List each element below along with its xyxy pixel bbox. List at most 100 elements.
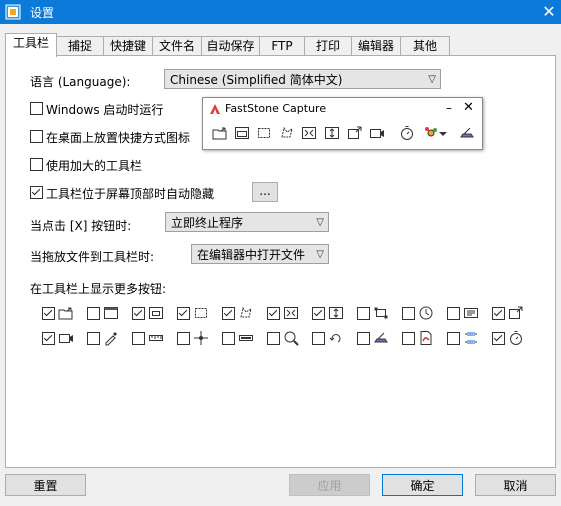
- reset-button[interactable]: 重置: [5, 474, 86, 496]
- split-icon: [463, 330, 479, 346]
- click-close-value: 立即终止程序: [171, 216, 244, 230]
- fullscreen-capture-icon[interactable]: [301, 125, 317, 141]
- run-on-startup-label: Windows 启动时运行: [46, 103, 164, 117]
- more-button-checkbox[interactable]: [312, 307, 325, 320]
- freehand-capture-icon[interactable]: [279, 125, 295, 141]
- app-icon: [5, 4, 21, 20]
- floating-minimize-button[interactable]: –: [446, 101, 452, 115]
- more-button-checkbox[interactable]: [222, 332, 235, 345]
- language-label: 语言 (Language):: [30, 75, 131, 89]
- pdf-icon: [418, 330, 434, 346]
- more-button-checkbox[interactable]: [402, 332, 415, 345]
- fullscreen-capture-icon: [283, 305, 299, 321]
- magnifier-icon: [283, 330, 299, 346]
- window-title: 设置: [30, 6, 55, 20]
- more-button-checkbox[interactable]: [177, 332, 190, 345]
- run-on-startup-checkbox[interactable]: [30, 102, 43, 115]
- desktop-shortcut-label: 在桌面上放置快捷方式图标: [46, 131, 191, 145]
- open-folder-icon: [58, 305, 74, 321]
- apply-button[interactable]: 应用: [289, 474, 370, 496]
- drop-file-label: 当拖放文件到工具栏时:: [30, 250, 155, 264]
- auto-hide-options-button[interactable]: ...: [252, 182, 278, 202]
- more-buttons-label: 在工具栏上显示更多按钮:: [30, 282, 167, 296]
- more-button-checkbox[interactable]: [492, 307, 505, 320]
- more-button-checkbox[interactable]: [177, 307, 190, 320]
- capture-window-icon[interactable]: [234, 125, 250, 141]
- more-button-checkbox[interactable]: [42, 332, 55, 345]
- tab-toolbar[interactable]: 工具栏: [5, 33, 57, 57]
- drop-file-select[interactable]: 在编辑器中打开文件 ▽: [191, 244, 329, 264]
- scrolling-capture-icon[interactable]: [324, 125, 340, 141]
- more-button-checkbox[interactable]: [267, 332, 280, 345]
- language-select[interactable]: Chinese (Simplified 简体中文) ▽: [164, 69, 441, 89]
- tab-ftp[interactable]: FTP: [259, 36, 305, 56]
- title-bar: 设置 ✕: [0, 0, 561, 24]
- ok-button[interactable]: 确定: [382, 474, 463, 496]
- more-button-checkbox[interactable]: [357, 307, 370, 320]
- more-button-checkbox[interactable]: [492, 332, 505, 345]
- auto-hide-checkbox[interactable]: [30, 186, 43, 199]
- crosshair-icon: [193, 330, 209, 346]
- more-button-checkbox[interactable]: [357, 332, 370, 345]
- tab-capture[interactable]: 捕捉: [56, 36, 104, 56]
- screen-bar-icon: [238, 330, 254, 346]
- floating-toolbar-title: FastStone Capture: [225, 102, 327, 115]
- color-picker-icon: [103, 330, 119, 346]
- dropdown-arrow-icon[interactable]: [435, 125, 451, 141]
- desktop-shortcut-checkbox[interactable]: [30, 130, 43, 143]
- scanner-icon[interactable]: [459, 125, 475, 141]
- more-button-checkbox[interactable]: [42, 307, 55, 320]
- large-toolbar-checkbox[interactable]: [30, 158, 43, 171]
- close-button[interactable]: ✕: [538, 1, 560, 23]
- more-button-checkbox[interactable]: [87, 332, 100, 345]
- tab-filename[interactable]: 文件名: [152, 36, 202, 56]
- chevron-down-icon: ▽: [428, 74, 436, 85]
- language-value: Chinese (Simplified 简体中文): [170, 73, 343, 87]
- more-button-checkbox[interactable]: [447, 332, 460, 345]
- faststone-logo-icon: [209, 103, 221, 115]
- tab-autosave[interactable]: 自动保存: [201, 36, 260, 56]
- undo-arrow-icon: [328, 330, 344, 346]
- more-button-checkbox[interactable]: [267, 307, 280, 320]
- output-icon: [508, 305, 524, 321]
- scanner-icon: [373, 330, 389, 346]
- floating-toolbar-titlebar[interactable]: FastStone Capture – ✕: [203, 98, 482, 120]
- tab-strip: 工具栏 捕捉 快捷键 文件名 自动保存 FTP 打印 编辑器 其他: [5, 33, 455, 57]
- tab-print[interactable]: 打印: [304, 36, 352, 56]
- tab-other[interactable]: 其他: [400, 36, 450, 56]
- screen-recorder-icon[interactable]: [369, 125, 385, 141]
- rectangle-capture-icon: [193, 305, 209, 321]
- click-close-select[interactable]: 立即终止程序 ▽: [165, 212, 329, 232]
- open-folder-icon[interactable]: [212, 125, 228, 141]
- more-button-checkbox[interactable]: [87, 307, 100, 320]
- scrolling-capture-icon: [328, 305, 344, 321]
- window-capture-icon: [103, 305, 119, 321]
- more-button-checkbox[interactable]: [222, 307, 235, 320]
- chevron-down-icon: ▽: [316, 249, 324, 260]
- more-button-checkbox[interactable]: [132, 332, 145, 345]
- more-button-checkbox[interactable]: [447, 307, 460, 320]
- screen-recorder-icon: [58, 330, 74, 346]
- floating-close-button[interactable]: ✕: [463, 100, 474, 115]
- click-close-label: 当点击 [X] 按钮时:: [30, 219, 132, 233]
- ruler-icon: [148, 330, 164, 346]
- clock-icon: [418, 305, 434, 321]
- drop-file-value: 在编辑器中打开文件: [197, 248, 306, 262]
- freehand-capture-icon: [238, 305, 254, 321]
- text-note-icon: [463, 305, 479, 321]
- output-icon[interactable]: [347, 125, 363, 141]
- cancel-button[interactable]: 取消: [475, 474, 556, 496]
- timer-icon: [508, 330, 524, 346]
- fixed-region-icon: [373, 305, 389, 321]
- floating-capture-toolbar: FastStone Capture – ✕: [202, 97, 483, 150]
- tab-editor[interactable]: 编辑器: [351, 36, 401, 56]
- more-button-checkbox[interactable]: [312, 332, 325, 345]
- more-button-checkbox[interactable]: [402, 307, 415, 320]
- object-capture-icon: [148, 305, 164, 321]
- tab-hotkeys[interactable]: 快捷键: [103, 36, 153, 56]
- rectangle-capture-icon[interactable]: [256, 125, 272, 141]
- more-button-checkbox[interactable]: [132, 307, 145, 320]
- auto-hide-label: 工具栏位于屏幕顶部时自动隐藏: [46, 187, 215, 201]
- timer-icon[interactable]: [399, 125, 415, 141]
- chevron-down-icon: ▽: [316, 217, 324, 228]
